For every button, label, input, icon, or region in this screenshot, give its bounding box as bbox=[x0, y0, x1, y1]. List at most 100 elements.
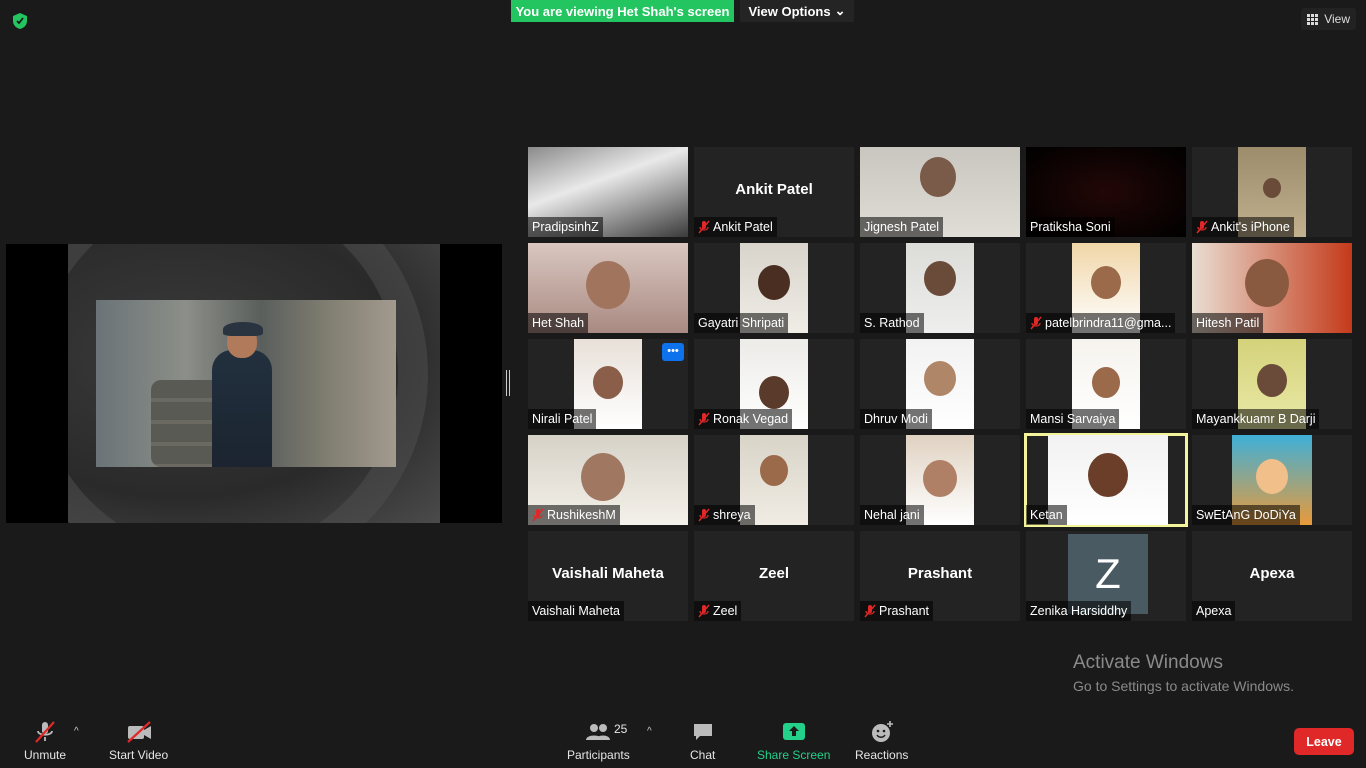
participant-tile[interactable]: Dhruv Modi bbox=[860, 339, 1020, 429]
participant-tile[interactable]: ••• Nirali Patel bbox=[528, 339, 688, 429]
participant-tile[interactable]: Apexa Apexa bbox=[1192, 531, 1352, 621]
microphone-muted-icon bbox=[1030, 316, 1042, 330]
audio-options-caret-icon[interactable]: ^ bbox=[74, 726, 79, 737]
participant-tile[interactable]: patelbrindra11@gma... bbox=[1026, 243, 1186, 333]
participant-tile[interactable]: Hitesh Patil bbox=[1192, 243, 1352, 333]
participant-tile[interactable]: Ronak Vegad bbox=[694, 339, 854, 429]
participant-tile[interactable]: SwEtAnG DoDiYa bbox=[1192, 435, 1352, 525]
unmute-button[interactable]: Unmute bbox=[24, 720, 66, 762]
participant-tile[interactable]: Ketan bbox=[1024, 433, 1188, 527]
participant-tile[interactable]: PradipsinhZ bbox=[528, 147, 688, 237]
participant-name-tag: Jignesh Patel bbox=[860, 217, 944, 237]
participant-name: Apexa bbox=[1196, 604, 1232, 618]
participant-name-tag: Mayankkuamr B Darji bbox=[1192, 409, 1320, 429]
participant-tile[interactable]: shreya bbox=[694, 435, 854, 525]
view-options-button[interactable]: View Options ⌄ bbox=[740, 0, 854, 22]
unmute-label: Unmute bbox=[24, 748, 67, 762]
participant-name: SwEtAnG DoDiYa bbox=[1196, 508, 1296, 522]
chat-button[interactable]: Chat bbox=[690, 720, 715, 762]
start-video-button[interactable]: Start Video bbox=[109, 720, 168, 762]
participant-tile[interactable]: RushikeshM bbox=[528, 435, 688, 525]
microphone-muted-icon bbox=[864, 604, 876, 618]
participant-face bbox=[920, 157, 956, 197]
participant-face bbox=[581, 453, 625, 502]
participants-label: Participants bbox=[567, 748, 630, 762]
participant-name: S. Rathod bbox=[864, 316, 920, 330]
participants-icon bbox=[586, 724, 611, 740]
participant-name-tag: patelbrindra11@gma... bbox=[1026, 313, 1176, 333]
participant-display-name: Zeel bbox=[758, 565, 789, 582]
participant-name-tag: PradipsinhZ bbox=[528, 217, 603, 237]
participant-name: Dhruv Modi bbox=[864, 412, 928, 426]
participant-name: Nirali Patel bbox=[532, 412, 593, 426]
participant-name: Hitesh Patil bbox=[1196, 316, 1260, 330]
participant-face bbox=[1257, 364, 1287, 397]
shared-screen-view[interactable] bbox=[6, 244, 502, 523]
reactions-button[interactable]: Reactions bbox=[855, 720, 908, 762]
participant-tile[interactable]: Prashant Prashant bbox=[860, 531, 1020, 621]
meeting-toolbar: Unmute ^ Start Video Participants 25 ^ C… bbox=[0, 712, 1366, 768]
participant-tile[interactable]: Mayankkuamr B Darji bbox=[1192, 339, 1352, 429]
participant-name: Zeel bbox=[713, 604, 738, 618]
participant-face bbox=[1088, 453, 1128, 497]
participant-name: Mayankkuamr B Darji bbox=[1196, 412, 1316, 426]
microphone-muted-icon bbox=[35, 721, 55, 743]
shared-screen-desktop bbox=[68, 244, 440, 523]
video-figure-body bbox=[212, 350, 272, 467]
microphone-muted-icon bbox=[698, 412, 710, 426]
microphone-muted-icon bbox=[1196, 220, 1208, 234]
participant-tile[interactable]: S. Rathod bbox=[860, 243, 1020, 333]
viewing-screen-banner: You are viewing Het Shah's screen bbox=[511, 0, 734, 22]
participant-name-tag: Het Shah bbox=[528, 313, 589, 333]
participant-tile[interactable]: Ankit Patel Ankit Patel bbox=[694, 147, 854, 237]
participant-tile[interactable]: Jignesh Patel bbox=[860, 147, 1020, 237]
participant-tile[interactable]: Z Zenika Harsiddhy bbox=[1026, 531, 1186, 621]
participant-face bbox=[1245, 259, 1289, 308]
leave-meeting-button[interactable]: Leave bbox=[1294, 728, 1354, 755]
participant-name: Zenika Harsiddhy bbox=[1030, 604, 1128, 618]
participant-tile[interactable]: Zeel Zeel bbox=[694, 531, 854, 621]
participant-name-tag: shreya bbox=[694, 505, 755, 525]
microphone-muted-icon bbox=[698, 604, 710, 618]
participant-face bbox=[923, 460, 957, 498]
view-options-label: View Options bbox=[748, 3, 831, 19]
video-figure-cap bbox=[223, 322, 263, 336]
participant-name: Vaishali Maheta bbox=[532, 604, 621, 618]
participant-tile[interactable]: Mansi Sarvaiya bbox=[1026, 339, 1186, 429]
split-view-drag-handle[interactable] bbox=[506, 370, 510, 396]
security-shield-icon[interactable] bbox=[12, 12, 28, 30]
start-video-label: Start Video bbox=[109, 748, 169, 762]
smiley-plus-icon bbox=[871, 721, 893, 742]
participant-face bbox=[1091, 266, 1121, 299]
participant-tile[interactable]: Gayatri Shripati bbox=[694, 243, 854, 333]
participant-tile[interactable]: Ankit's iPhone bbox=[1192, 147, 1352, 237]
participant-face bbox=[760, 455, 788, 486]
participant-name-tag: Nirali Patel bbox=[528, 409, 597, 429]
chat-bubble-icon bbox=[693, 724, 712, 740]
participant-name-tag: Apexa bbox=[1192, 601, 1236, 621]
participant-name: patelbrindra11@gma... bbox=[1045, 316, 1172, 330]
participants-options-caret-icon[interactable]: ^ bbox=[647, 726, 652, 737]
share-screen-arrow-icon bbox=[782, 723, 805, 740]
participant-name-tag: Zenika Harsiddhy bbox=[1026, 601, 1132, 621]
participant-face bbox=[924, 361, 956, 397]
shared-video-frame bbox=[96, 300, 396, 467]
participant-name: Ankit Patel bbox=[713, 220, 773, 234]
participant-name: Jignesh Patel bbox=[864, 220, 940, 234]
participant-tile[interactable]: Het Shah bbox=[528, 243, 688, 333]
microphone-muted-icon bbox=[532, 508, 544, 522]
share-screen-button[interactable]: Share Screen bbox=[757, 720, 830, 762]
chat-label: Chat bbox=[690, 748, 716, 762]
view-layout-button[interactable]: View bbox=[1301, 8, 1356, 30]
chevron-down-icon: ⌄ bbox=[834, 3, 846, 18]
participant-name-tag: Pratiksha Soni bbox=[1026, 217, 1115, 237]
participant-name-tag: Nehal jani bbox=[860, 505, 924, 525]
participant-face bbox=[586, 261, 630, 310]
participant-name: Mansi Sarvaiya bbox=[1030, 412, 1116, 426]
participant-name-tag: Hitesh Patil bbox=[1192, 313, 1264, 333]
participant-name: Prashant bbox=[879, 604, 930, 618]
participant-tile[interactable]: Vaishali Maheta Vaishali Maheta bbox=[528, 531, 688, 621]
more-options-button[interactable]: ••• bbox=[662, 343, 684, 361]
participant-tile[interactable]: Nehal jani bbox=[860, 435, 1020, 525]
participant-tile[interactable]: Pratiksha Soni bbox=[1026, 147, 1186, 237]
